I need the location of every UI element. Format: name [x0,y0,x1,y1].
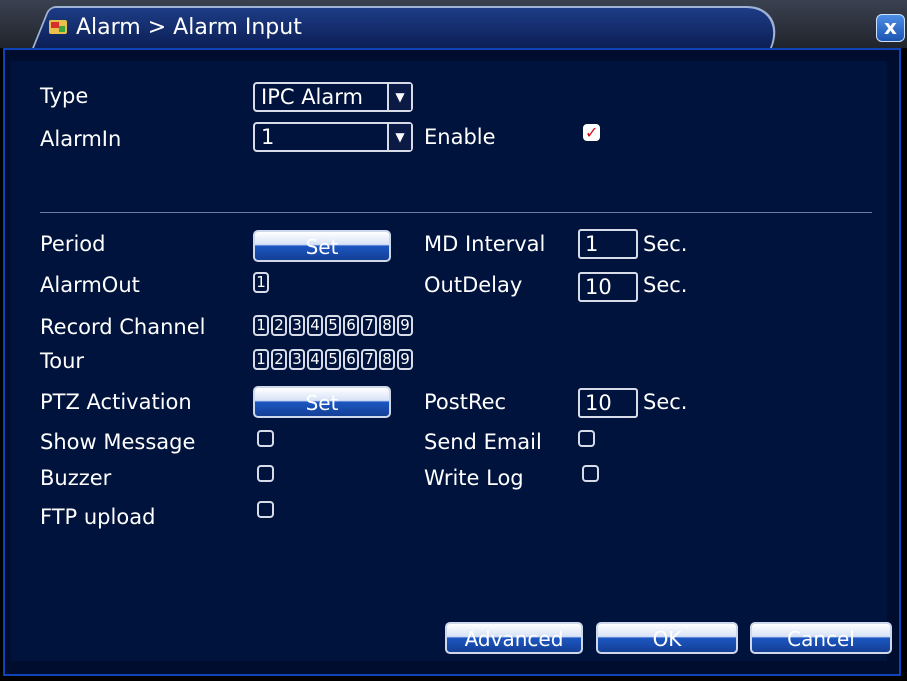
tour-channel-1[interactable]: 1 [253,349,269,370]
period-label: Period [40,232,106,256]
advanced-label: Advanced [464,627,564,651]
tour-channel-6[interactable]: 6 [343,349,359,370]
record-channel-5[interactable]: 5 [325,315,341,336]
ftp-upload-label: FTP upload [40,505,156,529]
type-label: Type [40,84,89,108]
postrec-input[interactable]: 10 [578,388,638,418]
record-channel-3[interactable]: 3 [289,315,305,336]
alarm-app-icon [49,20,67,34]
advanced-button[interactable]: Advanced [445,622,583,654]
tour-channels: 1 2 3 4 5 6 7 8 9 [253,349,413,370]
record-channel-6[interactable]: 6 [343,315,359,336]
alarmin-label: AlarmIn [40,127,122,151]
send-email-checkbox[interactable] [578,430,595,447]
record-channel-1[interactable]: 1 [253,315,269,336]
title-content: Alarm > Alarm Input [48,8,302,46]
tour-channel-2[interactable]: 2 [271,349,287,370]
period-set-button[interactable]: Set [253,230,391,262]
send-email-label: Send Email [424,430,542,454]
show-message-checkbox[interactable] [257,430,274,447]
chevron-down-icon: ▼ [387,124,411,150]
type-select-value: IPC Alarm [261,85,363,109]
record-channel-label: Record Channel [40,315,206,339]
outdelay-unit: Sec. [643,273,688,297]
alarmin-select-value: 1 [261,125,275,149]
record-channel-7[interactable]: 7 [361,315,377,336]
md-interval-unit: Sec. [643,232,688,256]
postrec-unit: Sec. [643,390,688,414]
record-channels: 1 2 3 4 5 6 7 8 9 [253,315,413,336]
tour-channel-3[interactable]: 3 [289,349,305,370]
outdelay-input[interactable]: 10 [578,272,638,302]
ftp-upload-checkbox[interactable] [257,501,274,518]
md-interval-input[interactable]: 1 [578,229,638,259]
ptz-set-label: Set [305,391,339,415]
close-button[interactable]: x [876,14,905,42]
close-icon: x [884,15,897,39]
tour-label: Tour [40,349,85,373]
enable-checkbox[interactable]: ✓ [583,124,600,141]
enable-label: Enable [424,125,496,149]
alarmout-channel-1[interactable]: 1 [253,272,269,293]
record-channel-2[interactable]: 2 [271,315,287,336]
ok-button[interactable]: OK [596,622,738,654]
write-log-checkbox[interactable] [582,465,599,482]
dialog-content [11,61,887,661]
check-icon: ✓ [585,123,599,142]
alarmout-channels: 1 [253,272,269,293]
write-log-label: Write Log [424,466,524,490]
tour-channel-9[interactable]: 9 [397,349,413,370]
ok-label: OK [652,627,682,651]
buzzer-label: Buzzer [40,466,112,490]
md-interval-label: MD Interval [424,232,546,256]
ptz-activation-label: PTZ Activation [40,390,192,414]
record-channel-9[interactable]: 9 [397,315,413,336]
period-set-label: Set [305,235,339,259]
record-channel-4[interactable]: 4 [307,315,323,336]
record-channel-8[interactable]: 8 [379,315,395,336]
show-message-label: Show Message [40,430,196,454]
tour-channel-7[interactable]: 7 [361,349,377,370]
cancel-button[interactable]: Cancel [750,622,892,654]
chevron-down-icon: ▼ [387,84,411,110]
buzzer-checkbox[interactable] [257,465,274,482]
tour-channel-8[interactable]: 8 [379,349,395,370]
alarmout-label: AlarmOut [40,273,140,297]
tour-channel-4[interactable]: 4 [307,349,323,370]
alarmin-select[interactable]: 1 ▼ [253,122,413,152]
ptz-set-button[interactable]: Set [253,386,391,418]
window-title: Alarm > Alarm Input [76,14,302,40]
postrec-label: PostRec [424,390,507,414]
cancel-label: Cancel [787,627,855,651]
type-select[interactable]: IPC Alarm ▼ [253,82,413,112]
tour-channel-5[interactable]: 5 [325,349,341,370]
outdelay-label: OutDelay [424,273,523,297]
divider [40,212,872,213]
